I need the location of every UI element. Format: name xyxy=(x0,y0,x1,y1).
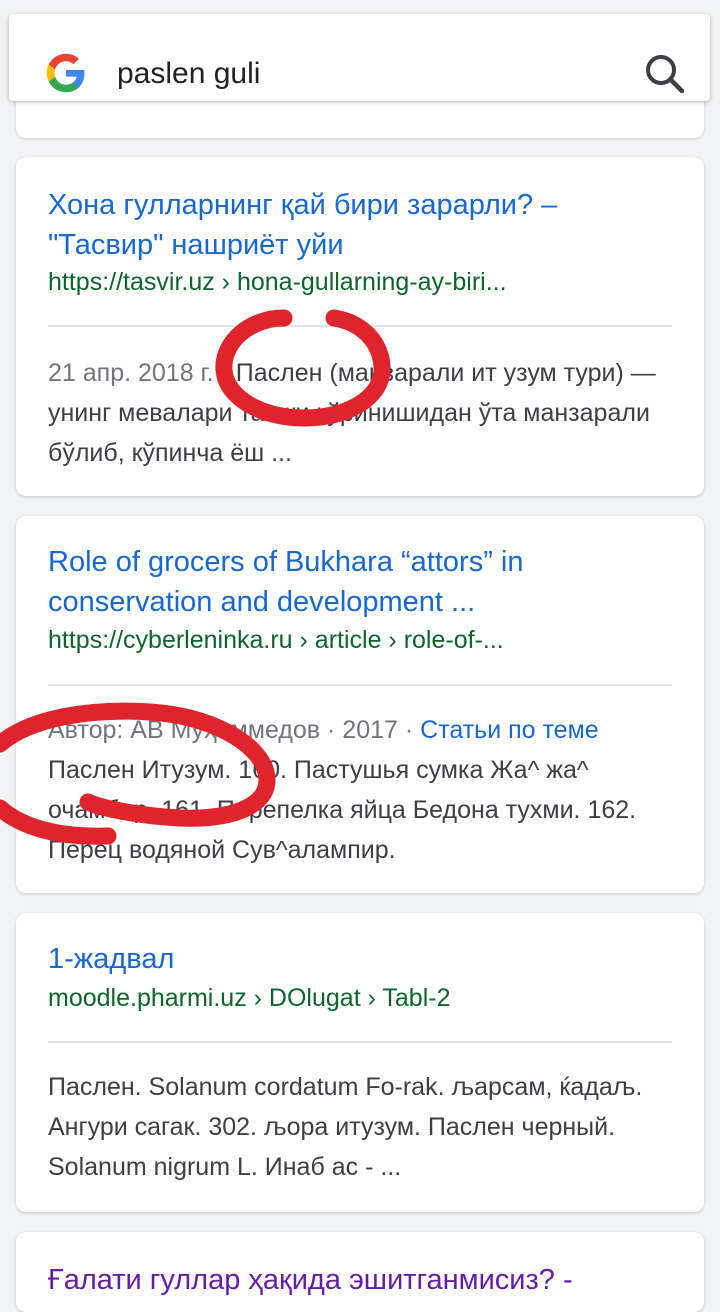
result-snippet: Автор: АВ Муҳаммедов · 2017 · Статьи по … xyxy=(48,710,674,870)
related-articles-link[interactable]: Статьи по теме xyxy=(420,716,599,744)
result-title-link[interactable]: 1-жадвал xyxy=(48,939,676,979)
snippet-text: Паслен. Solanum cordatum Fo-rak. љарсам,… xyxy=(48,1073,643,1181)
result-card: 1-жадвал moodle.pharmi.uz › DOlugat › Ta… xyxy=(16,913,704,1212)
result-snippet: 21 апр. 2018 г. · Паслен (манзарали ит у… xyxy=(48,353,674,473)
search-icon[interactable] xyxy=(641,50,689,98)
divider xyxy=(48,1041,672,1043)
result-date: 21 апр. 2018 г. · xyxy=(48,359,236,387)
result-title-link[interactable]: Хона гулларнинг қай бири зарарли? – "Тас… xyxy=(48,185,676,265)
divider xyxy=(48,684,672,686)
result-card: Role of grocers of Bukhara “attors” in c… xyxy=(16,516,704,893)
google-g-icon xyxy=(46,53,85,93)
result-snippet: Паслен. Solanum cordatum Fo-rak. љарсам,… xyxy=(48,1067,674,1187)
result-url[interactable]: https://cyberleninka.ru › article › role… xyxy=(48,623,676,657)
result-author-meta: Автор: АВ Муҳаммедов · 2017 · xyxy=(48,716,421,744)
result-url[interactable]: https://tasvir.uz › hona-gullarning-ay-b… xyxy=(48,265,676,299)
result-card: Хона гулларнинг қай бири зарарли? – "Тас… xyxy=(16,157,704,496)
divider xyxy=(48,325,672,327)
snippet-text: Паслен Итузум. 160. Пастушья сумка Жа^ ж… xyxy=(48,756,637,864)
search-bar[interactable]: paslen guli xyxy=(9,14,710,101)
result-card: Ғалати гуллар ҳақида эшитганмисиз? - xyxy=(16,1232,704,1312)
result-title-link[interactable]: Ғалати гуллар ҳақида эшитганмисиз? - xyxy=(48,1260,676,1300)
search-input[interactable]: paslen guli xyxy=(117,54,260,94)
result-url[interactable]: moodle.pharmi.uz › DOlugat › Tabl-2 xyxy=(48,981,676,1015)
result-title-link[interactable]: Role of grocers of Bukhara “attors” in c… xyxy=(48,542,676,622)
